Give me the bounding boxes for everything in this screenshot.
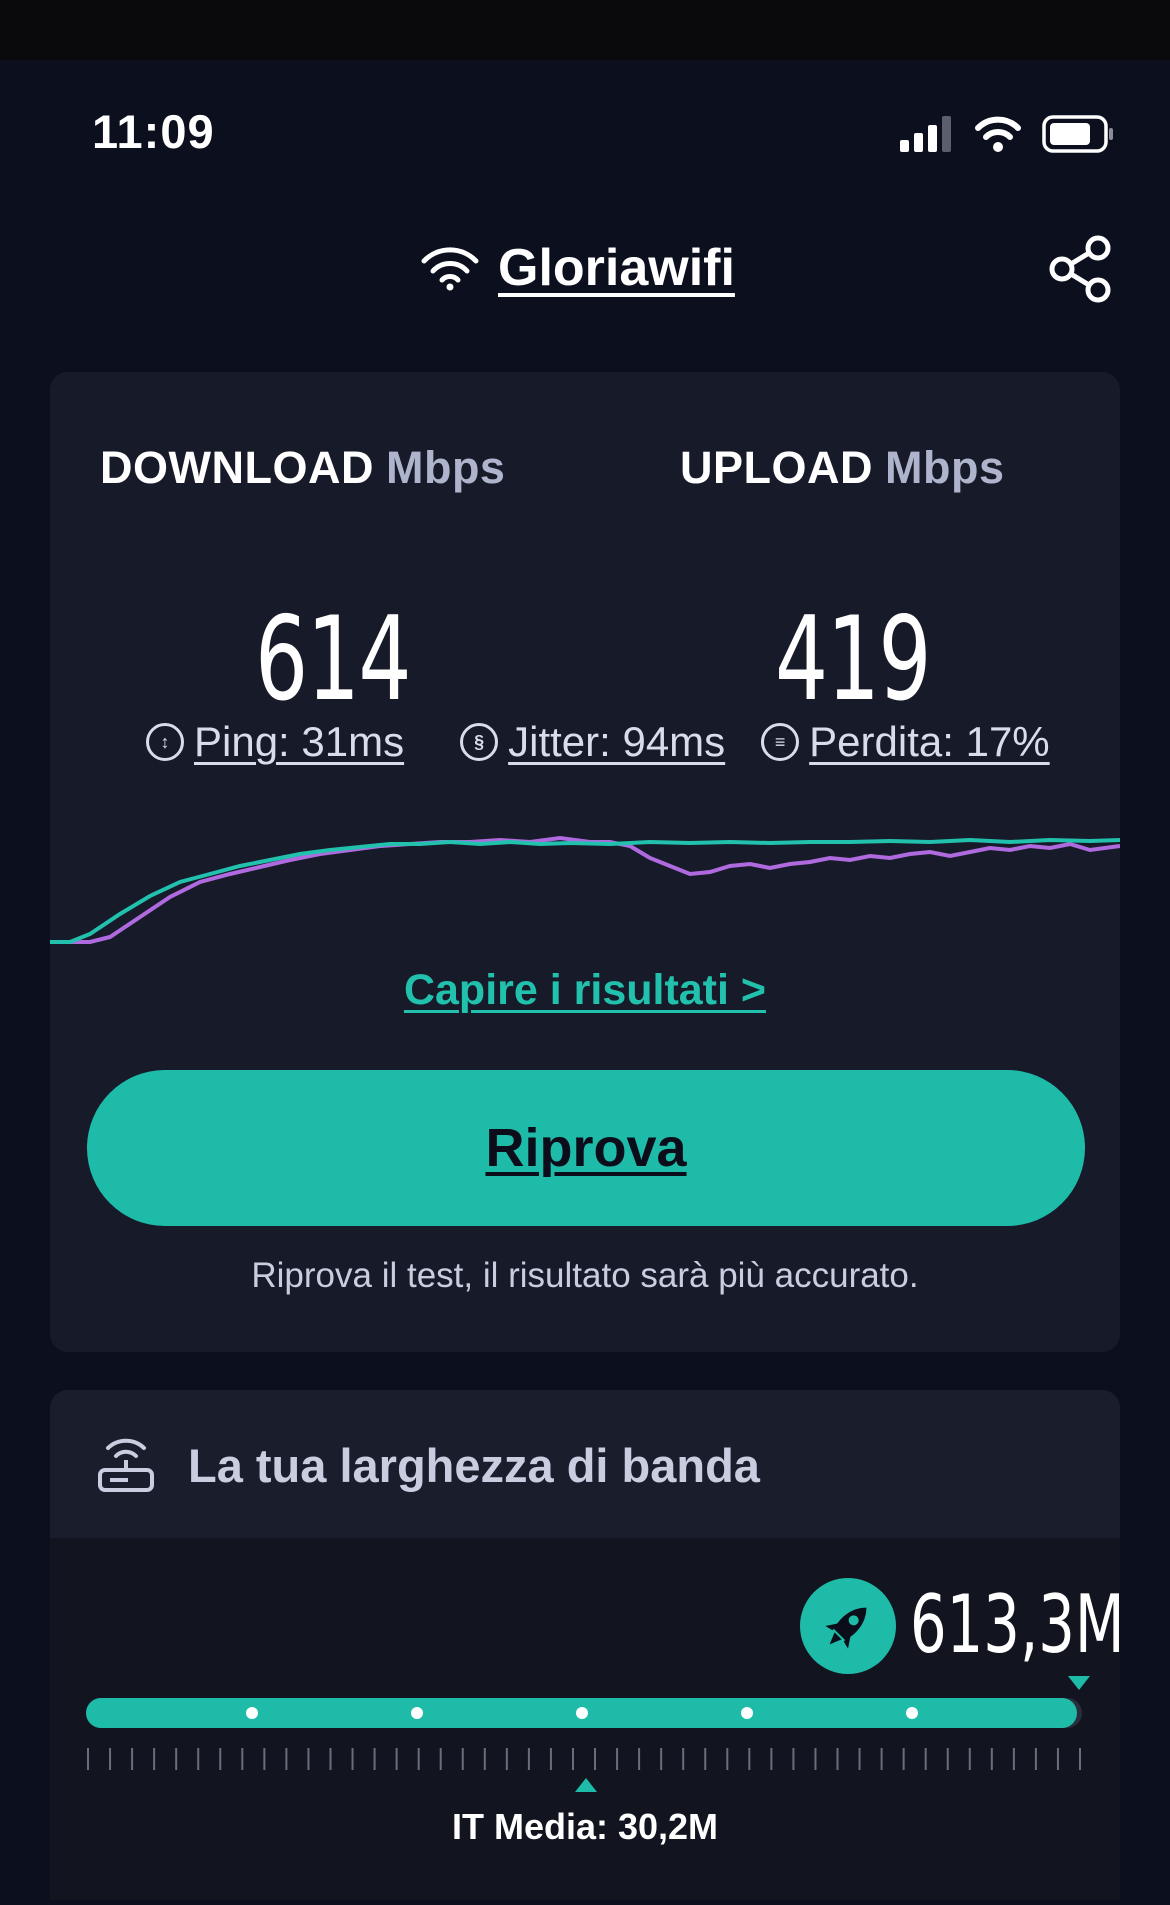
ping-stat[interactable]: ↕ Ping: 31ms (146, 718, 404, 766)
packet-loss-stat[interactable]: ≡ Perdita: 17% (761, 718, 1050, 766)
download-value: 614 (255, 592, 412, 727)
cellular-signal-icon (900, 116, 951, 152)
status-icons (900, 112, 1114, 156)
bandwidth-title: La tua larghezza di banda (188, 1439, 760, 1492)
latency-stats: ↕ Ping: 31ms § Jitter: 94ms ≡ Perdita: 1… (92, 712, 1092, 772)
ping-icon: ↕ (146, 723, 184, 761)
router-icon (98, 1438, 154, 1492)
upload-unit: Mbps (885, 442, 1005, 493)
download-metric: DOWNLOAD Mbps 614 (100, 442, 600, 727)
bar-dot (576, 1707, 588, 1719)
retry-button-label: Riprova (485, 1118, 687, 1178)
bar-dot (246, 1707, 258, 1719)
rocket-icon (825, 1607, 867, 1649)
upload-metric: UPLOAD Mbps 419 (680, 442, 1170, 727)
bandwidth-header: La tua larghezza di banda (50, 1390, 1120, 1538)
share-icon[interactable] (1048, 234, 1114, 304)
jitter-stat[interactable]: § Jitter: 94ms (460, 718, 725, 766)
bandwidth-scale-ticks (87, 1748, 1081, 1770)
retry-hint: Riprova il test, il risultato sarà più a… (251, 1256, 919, 1295)
battery-icon (1042, 115, 1113, 153)
bandwidth-bar (86, 1698, 1082, 1728)
network-selector[interactable]: Gloriawifi (420, 228, 735, 308)
jitter-icon: § (460, 723, 499, 761)
status-time: 11:09 (92, 105, 215, 158)
upload-label: UPLOAD (680, 442, 873, 493)
ping-text[interactable]: Ping: 31ms (194, 718, 404, 766)
app-header: Gloriawifi (0, 228, 1170, 308)
bandwidth-body: 613,3M IT Media: 30,2M (50, 1538, 1125, 1900)
download-unit: Mbps (385, 442, 506, 493)
bandwidth-card: La tua larghezza di banda 613,3M IT Medi… (50, 1390, 1125, 1900)
bar-dot (741, 1707, 753, 1719)
average-label: IT Media: 30,2M (451, 1806, 719, 1847)
result-card: DOWNLOAD Mbps 614 UPLOAD Mbps 419 ↕ Ping: … (50, 372, 1120, 1352)
top-bezel (0, 0, 1170, 60)
bar-dot (411, 1707, 423, 1719)
bandwidth-value-marker (1068, 1676, 1090, 1690)
rocket-badge (800, 1578, 896, 1674)
average-marker (575, 1778, 597, 1792)
packet-loss-icon: ≡ (761, 723, 800, 761)
download-label: DOWNLOAD (100, 442, 374, 493)
wifi-icon (421, 247, 479, 291)
network-name[interactable]: Gloriawifi (498, 238, 735, 298)
speed-graph (50, 835, 1120, 944)
upload-speed-line (50, 835, 1120, 944)
understand-results-link[interactable]: Capire i risultati > (50, 966, 1120, 1015)
bar-dot (906, 1707, 918, 1719)
jitter-text[interactable]: Jitter: 94ms (508, 718, 725, 766)
retry-button[interactable]: Riprova (87, 1070, 1085, 1226)
upload-value: 419 (775, 592, 932, 727)
wifi-icon (975, 116, 1021, 152)
packet-loss-text[interactable]: Perdita: 17% (809, 718, 1049, 766)
bandwidth-value: 613,3M (910, 1578, 1125, 1671)
